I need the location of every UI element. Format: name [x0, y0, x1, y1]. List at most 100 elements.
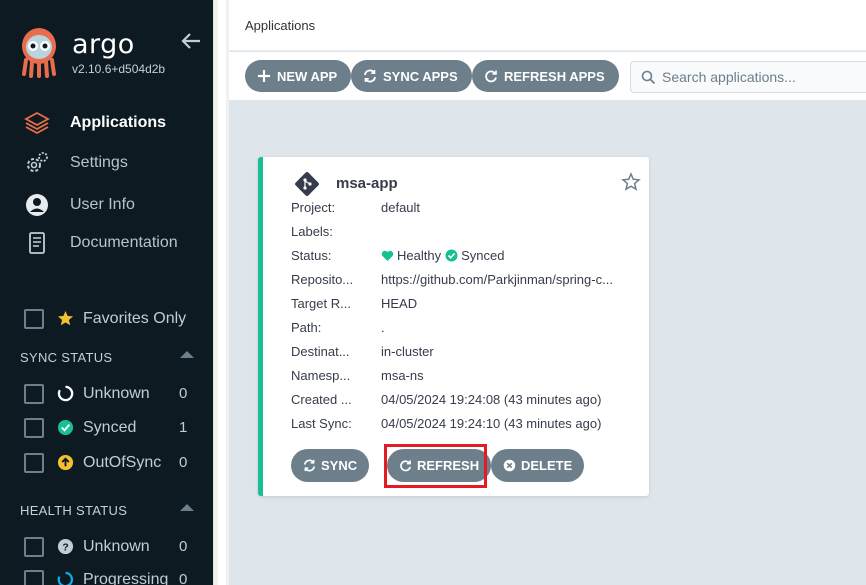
sync-status: Synced: [461, 248, 505, 263]
check-circle-icon: [445, 249, 458, 262]
checkbox[interactable]: [24, 570, 44, 585]
plus-icon: [258, 70, 270, 82]
collapse-arrow-icon[interactable]: [180, 31, 202, 51]
check-circle-icon: [57, 419, 74, 436]
field-key: Destinat...: [291, 344, 350, 359]
refresh-apps-button[interactable]: REFRESH APPS: [472, 60, 619, 92]
filter-count: 1: [179, 419, 188, 436]
app-card[interactable]: msa-app Project: default Labels: Status:…: [258, 157, 649, 496]
filter-label: Favorites Only: [83, 310, 187, 327]
refresh-icon: [400, 460, 411, 472]
filter-sync-unknown[interactable]: Unknown 0: [24, 383, 187, 405]
refresh-button[interactable]: REFRESH: [387, 449, 492, 482]
toolbar: NEW APP SYNC APPS REFRESH APPS: [229, 52, 866, 100]
filter-count: 0: [179, 385, 188, 402]
star-icon: [57, 310, 74, 326]
button-label: DELETE: [521, 458, 573, 473]
field-value: 04/05/2024 19:24:08 (43 minutes ago): [381, 392, 602, 407]
times-circle-icon: [503, 459, 516, 472]
question-circle-icon: ?: [57, 538, 74, 555]
filter-count: 0: [179, 571, 188, 585]
sync-status-title: SYNC STATUS: [20, 350, 113, 365]
user-circle-icon: [26, 194, 48, 216]
nav-label: Applications: [70, 114, 167, 131]
star-outline-icon[interactable]: [621, 172, 641, 192]
repo-url-link[interactable]: https://github.com/Parkjinman/spring-c..…: [381, 272, 613, 287]
field-value: default: [381, 200, 421, 215]
search-input[interactable]: [662, 67, 862, 87]
checkbox[interactable]: [24, 453, 44, 473]
field-key: Reposito...: [291, 272, 354, 287]
filter-health-unknown[interactable]: ? Unknown 0: [24, 536, 187, 558]
nav-label: Settings: [70, 154, 128, 171]
filter-label: OutOfSync: [83, 454, 162, 471]
favorites-checkbox[interactable]: [24, 309, 44, 329]
favorites-only-filter[interactable]: Favorites Only: [24, 308, 186, 330]
book-icon: [29, 232, 45, 254]
filter-count: 0: [179, 454, 188, 471]
brand-name: argo: [72, 29, 135, 60]
collapse-caret-icon[interactable]: [180, 351, 194, 358]
nav-settings[interactable]: Settings: [24, 150, 128, 176]
checkbox[interactable]: [24, 537, 44, 557]
arrow-up-circle-icon: [57, 454, 74, 471]
checkbox[interactable]: [24, 418, 44, 438]
health-status: Healthy: [397, 248, 442, 263]
scrollbar-thumb[interactable]: [218, 0, 226, 585]
filter-health-progressing[interactable]: Progressing 0: [24, 569, 187, 585]
page-header: Applications: [229, 0, 866, 51]
delete-button[interactable]: DELETE: [491, 449, 585, 482]
sidebar: argo v2.10.6+d504d2b Applications Settin…: [0, 0, 213, 585]
button-label: REFRESH APPS: [504, 68, 605, 84]
nav-applications[interactable]: Applications: [24, 110, 166, 136]
search-box[interactable]: [630, 61, 866, 93]
field-key: Path:: [291, 320, 322, 335]
field-key: Last Sync:: [291, 416, 352, 431]
nav-user-info[interactable]: User Info: [24, 192, 135, 218]
filter-label: Unknown: [83, 385, 150, 402]
sync-apps-button[interactable]: SYNC APPS: [351, 60, 472, 92]
argo-logo: [22, 28, 56, 78]
field-value: in-cluster: [381, 344, 434, 359]
nav-label: Documentation: [70, 234, 178, 251]
sync-button[interactable]: SYNC: [291, 449, 370, 482]
filter-sync-outofsync[interactable]: OutOfSync 0: [24, 452, 187, 474]
field-key: Namesp...: [291, 368, 351, 383]
button-label: SYNC APPS: [383, 68, 458, 84]
button-label: SYNC: [321, 458, 358, 473]
layers-icon: [24, 111, 50, 135]
filter-sync-synced[interactable]: Synced 1: [24, 417, 187, 439]
new-app-button[interactable]: NEW APP: [245, 60, 352, 92]
page-title: Applications: [245, 18, 316, 33]
status-value: Healthy Synced: [381, 248, 504, 263]
field-key: Status:: [291, 248, 332, 263]
collapse-caret-icon[interactable]: [180, 504, 194, 511]
sidebar-scrollbar[interactable]: [213, 0, 229, 585]
field-key: Created ...: [291, 392, 352, 407]
button-label: NEW APP: [277, 68, 338, 84]
gears-icon: [27, 152, 48, 172]
svg-text:?: ?: [62, 542, 68, 553]
version-label: v2.10.6+d504d2b: [72, 62, 166, 76]
spinner-icon: [57, 571, 74, 585]
field-value: .: [381, 320, 385, 335]
circle-notch-icon: [57, 385, 74, 402]
refresh-icon: [485, 70, 497, 83]
search-icon: [641, 70, 656, 85]
app-name[interactable]: msa-app: [336, 175, 398, 192]
filter-label: Synced: [83, 419, 137, 436]
sync-icon: [364, 69, 376, 83]
filter-label: Progressing: [83, 571, 169, 585]
nav-documentation[interactable]: Documentation: [24, 230, 178, 256]
field-value: 04/05/2024 19:24:10 (43 minutes ago): [381, 416, 602, 431]
button-label: REFRESH: [417, 458, 480, 473]
nav-label: User Info: [70, 196, 135, 213]
health-status-title: HEALTH STATUS: [20, 503, 128, 518]
sync-icon: [304, 459, 315, 472]
checkbox[interactable]: [24, 384, 44, 404]
field-value: msa-ns: [381, 368, 424, 383]
filter-count: 0: [179, 538, 188, 555]
git-icon: [295, 172, 319, 196]
filter-label: Unknown: [83, 538, 150, 555]
heart-icon: [381, 250, 394, 261]
